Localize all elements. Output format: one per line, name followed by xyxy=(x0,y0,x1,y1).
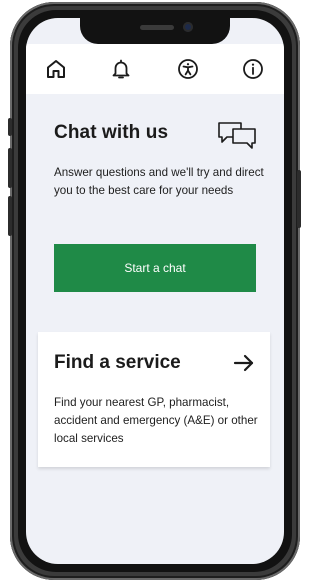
bell-icon[interactable] xyxy=(108,56,134,82)
phone-screen: Chat with us Answer questions and we'll … xyxy=(26,18,284,564)
top-nav-bar xyxy=(26,44,284,94)
start-chat-button[interactable]: Start a chat xyxy=(54,244,256,292)
accessibility-icon[interactable] xyxy=(175,56,201,82)
silent-switch xyxy=(8,118,12,136)
home-icon[interactable] xyxy=(43,56,69,82)
speech-bubbles-icon xyxy=(217,120,257,150)
chat-section: Chat with us Answer questions and we'll … xyxy=(54,122,264,200)
service-title: Find a service xyxy=(54,352,181,373)
chat-description: Answer questions and we'll try and direc… xyxy=(54,166,264,197)
service-description: Find your nearest GP, pharmacist, accide… xyxy=(54,396,258,445)
phone-notch xyxy=(80,18,230,44)
arrow-right-icon[interactable] xyxy=(232,351,256,375)
find-service-card[interactable]: Find a service Find your nearest GP, pha… xyxy=(38,332,270,467)
volume-down-button xyxy=(8,196,12,236)
speaker-grille xyxy=(140,25,174,30)
info-icon[interactable] xyxy=(240,56,266,82)
volume-up-button xyxy=(8,148,12,188)
power-button xyxy=(297,170,301,228)
camera-icon xyxy=(183,22,193,32)
